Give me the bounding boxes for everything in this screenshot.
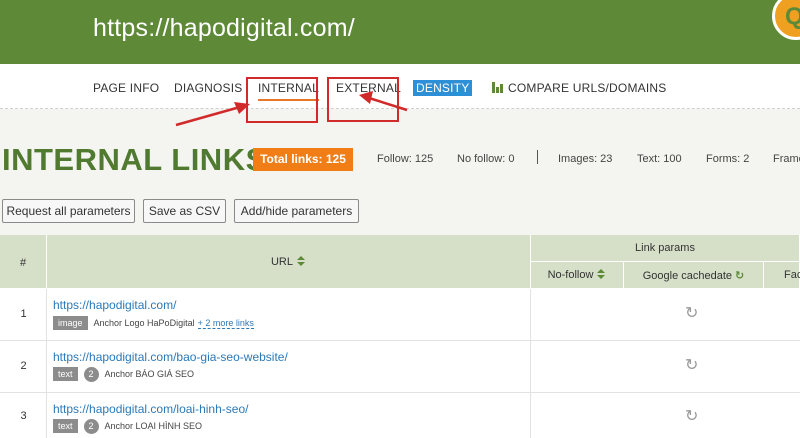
app-logo[interactable]: Q — [772, 0, 800, 40]
refresh-icon[interactable]: ↻ — [735, 269, 744, 282]
refresh-icon[interactable]: ↻ — [685, 406, 698, 426]
arrow-to-internal-icon — [175, 102, 250, 127]
row-number: 3 — [20, 410, 27, 422]
sort-icon[interactable] — [597, 269, 606, 280]
col-header-nofollow[interactable]: No-follow — [531, 262, 624, 289]
anchor-text: Anchor LOẠI HÌNH SEO — [104, 421, 203, 431]
save-csv-button[interactable]: Save as CSV — [143, 199, 226, 223]
link-type-tag: text — [53, 419, 78, 433]
link-count-badge: 2 — [83, 367, 99, 382]
refresh-icon[interactable]: ↻ — [685, 355, 698, 375]
col-header-num: # — [0, 235, 47, 289]
stat-images: Images: 23 — [558, 153, 613, 165]
col-header-cachedate[interactable]: Google cachedate ↻ — [624, 262, 764, 289]
row-number: 2 — [20, 360, 27, 372]
stat-follow: Follow: 125 — [377, 153, 434, 165]
col-header-url[interactable]: URL — [47, 235, 531, 289]
page-title: INTERNAL LINKS — [2, 142, 267, 177]
bar-chart-icon — [492, 82, 505, 93]
total-links-badge: Total links: 125 — [253, 148, 353, 171]
sort-icon[interactable] — [297, 256, 306, 267]
col-header-cachedate-label: Google cachedate — [642, 270, 733, 282]
col-header-url-label: URL — [270, 256, 293, 268]
table-row: 3 https://hapodigital.com/loai-hinh-seo/… — [0, 393, 800, 438]
anchor-text: Anchor Logo HaPoDigital — [93, 318, 195, 328]
stat-frames: Frame — [773, 153, 800, 165]
stat-no-follow: No follow: 0 — [457, 153, 515, 165]
tab-density[interactable]: DENSITY — [413, 80, 473, 96]
tab-diagnosis[interactable]: DIAGNOSIS — [174, 81, 242, 95]
col-header-fac[interactable]: Fac — [764, 262, 800, 289]
table-row: 2 https://hapodigital.com/bao-gia-seo-we… — [0, 341, 800, 393]
tab-compare[interactable]: COMPARE URLS/DOMAINS — [492, 81, 666, 95]
refresh-icon[interactable]: ↻ — [685, 303, 698, 323]
add-hide-parameters-button[interactable]: Add/hide parameters — [234, 199, 359, 223]
more-links-link[interactable]: + 2 more links — [197, 318, 254, 329]
link-type-tag: image — [53, 316, 88, 330]
request-all-button[interactable]: Request all parameters — [2, 199, 135, 223]
stat-forms: Forms: 2 — [706, 153, 750, 165]
links-table: # URL Link params No-follow Google cache… — [0, 235, 800, 438]
arrow-to-external-icon — [359, 91, 408, 112]
header-bar: https://hapodigital.com/ Q — [0, 0, 800, 64]
col-header-nofollow-label: No-follow — [547, 269, 594, 281]
table-row: 1 https://hapodigital.com/ image Anchor L… — [0, 289, 800, 341]
site-url: https://hapodigital.com/ — [93, 14, 355, 42]
row-number: 1 — [20, 308, 27, 320]
anchor-text: Anchor BÁO GIÁ SEO — [104, 369, 195, 379]
tab-compare-label: COMPARE URLS/DOMAINS — [508, 81, 667, 95]
row-url-link[interactable]: https://hapodigital.com/bao-gia-seo-webs… — [53, 350, 288, 364]
tab-page-info[interactable]: PAGE INFO — [93, 81, 159, 95]
row-url-link[interactable]: https://hapodigital.com/loai-hinh-seo/ — [53, 402, 248, 416]
group-header-link-params: Link params — [531, 235, 800, 262]
logo-letter: Q — [785, 3, 800, 30]
link-type-tag: text — [53, 367, 78, 381]
row-url-link[interactable]: https://hapodigital.com/ — [53, 298, 176, 312]
stats-divider — [537, 150, 538, 164]
stat-text: Text: 100 — [637, 153, 682, 165]
link-count-badge: 2 — [83, 419, 99, 434]
